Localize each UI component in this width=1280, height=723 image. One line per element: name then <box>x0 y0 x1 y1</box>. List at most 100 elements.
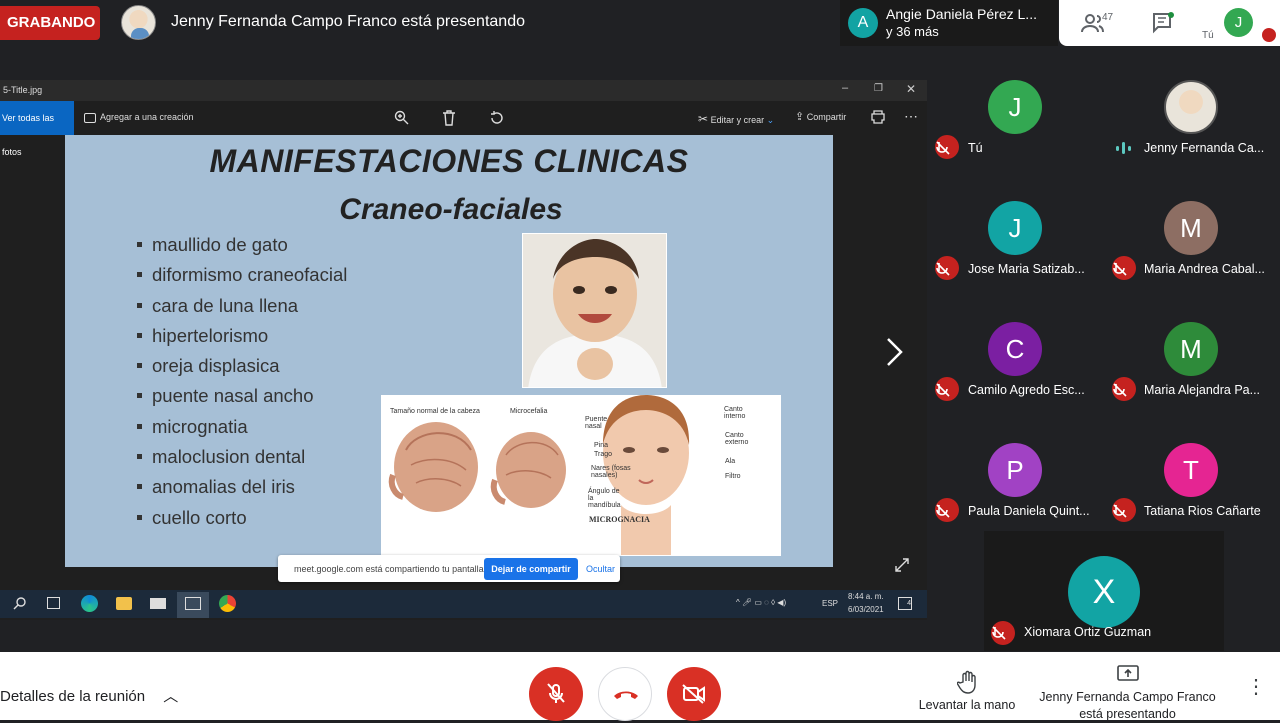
rotate-button[interactable] <box>489 110 505 131</box>
delete-button[interactable] <box>442 110 456 131</box>
participant-avatar-photo <box>1164 80 1218 134</box>
participant-tile[interactable]: C Camilo Agredo Esc... <box>928 302 1104 422</box>
leave-call-button[interactable] <box>598 667 652 721</box>
hang-up-icon <box>614 691 638 699</box>
print-button[interactable] <box>870 110 886 129</box>
clock-time[interactable]: 8:44 a. m. <box>848 592 884 601</box>
close-icon[interactable]: ✕ <box>906 82 916 96</box>
add-to-creation-button[interactable]: Agregar a una creación <box>84 112 194 123</box>
participant-tile[interactable]: J Tú <box>928 60 1104 180</box>
participant-name: Camilo Agredo Esc... <box>968 383 1085 397</box>
presenting-status-line2: está presentando <box>1079 707 1176 721</box>
restore-icon[interactable]: ❐ <box>874 83 883 94</box>
raise-hand-button[interactable] <box>956 670 979 699</box>
photo-filename: 5-Title.jpg <box>3 85 43 95</box>
photos-icon <box>185 597 201 610</box>
share-button[interactable]: ⇪ Compartir <box>795 110 846 123</box>
taskbar-search[interactable] <box>13 596 27 615</box>
photos-app-active[interactable] <box>177 592 209 618</box>
clock-date: 6/03/2021 <box>848 605 884 614</box>
bullet-item: micrognatia <box>135 416 347 446</box>
participant-avatar: P <box>988 443 1042 497</box>
bullet-item: maloclusion dental <box>135 446 347 476</box>
camera-toggle-button[interactable] <box>667 667 721 721</box>
participant-avatar: C <box>988 322 1042 376</box>
bullet-item: maullido de gato <box>135 234 347 264</box>
mic-muted-icon <box>935 498 959 522</box>
participant-avatar: J <box>988 80 1042 134</box>
participant-tile[interactable]: X Xiomara Ortiz Guzman <box>984 531 1224 651</box>
participant-name: Maria Andrea Cabal... <box>1144 262 1265 276</box>
self-mic-muted-icon <box>1262 28 1276 42</box>
mic-muted-icon <box>935 256 959 280</box>
participant-name: Maria Alejandra Pa... <box>1144 383 1261 397</box>
bullet-item: cara de luna llena <box>135 295 347 325</box>
trash-icon <box>443 110 455 126</box>
participant-tile[interactable]: M Maria Alejandra Pa... <box>1104 302 1280 422</box>
edit-create-button[interactable]: ✂ Editar y crear ⌄ <box>698 112 774 126</box>
people-count: 47 <box>1102 12 1114 23</box>
notifications-icon[interactable]: 4 <box>898 597 912 610</box>
self-label: Tú <box>1202 30 1214 41</box>
meeting-details-button[interactable]: Detalles de la reunión ︿ <box>0 685 178 706</box>
chrome-icon[interactable] <box>219 595 236 612</box>
share-icon: ⇪ <box>795 111 805 123</box>
participant-tile[interactable]: P Paula Daniela Quint... <box>928 423 1104 543</box>
meeting-details-label: Detalles de la reunión <box>0 688 146 705</box>
self-avatar[interactable]: J <box>1224 8 1253 37</box>
present-now-button[interactable] <box>1117 665 1139 688</box>
microphone-toggle-button[interactable] <box>529 667 583 721</box>
stop-sharing-button[interactable]: Dejar de compartir <box>484 558 578 580</box>
participant-tile[interactable]: J Jose Maria Satizab... <box>928 181 1104 301</box>
baby-photo <box>522 233 667 388</box>
presenting-banner: Jenny Fernanda Campo Franco está present… <box>171 13 525 30</box>
file-explorer-icon[interactable] <box>116 597 132 610</box>
minimize-icon[interactable]: – <box>842 82 848 94</box>
presenting-status-line1: Jenny Fernanda Campo Franco <box>1039 690 1216 704</box>
label-normal-head: Tamaño normal de la cabeza <box>390 408 480 415</box>
slide-subtitle: Craneo-faciales <box>339 193 563 226</box>
edit-create-label: Editar y crear <box>710 115 765 125</box>
chevron-right-icon <box>887 338 903 366</box>
label-nostrils: Nares (fosas nasales) <box>591 465 631 479</box>
more-options-icon[interactable]: ⋯ <box>904 108 918 125</box>
mail-icon[interactable] <box>150 598 166 609</box>
participant-name: Xiomara Ortiz Guzman <box>1024 625 1152 639</box>
more-options-button[interactable]: ⋮ <box>1246 677 1266 697</box>
mic-muted-icon <box>935 377 959 401</box>
mic-muted-icon <box>991 621 1015 645</box>
all-photos-button[interactable]: Ver todas las fotos <box>0 101 74 157</box>
zoom-button[interactable] <box>394 110 410 131</box>
participant-tile[interactable]: Jenny Fernanda Ca... <box>1104 60 1280 180</box>
hide-notice-link[interactable]: Ocultar <box>586 564 615 574</box>
hand-icon <box>956 670 976 694</box>
participant-avatar: M <box>1164 322 1218 376</box>
mic-muted-icon <box>935 135 959 159</box>
label-inner-canthus: Canto interno <box>724 406 746 420</box>
participant-tile[interactable]: T Tatiana Rios Cañarte <box>1104 423 1280 543</box>
task-view-icon[interactable] <box>47 597 60 609</box>
search-icon <box>13 597 26 610</box>
photo-viewer-titlebar: 5-Title.jpg – ❐ ✕ <box>0 80 927 101</box>
edge-icon[interactable] <box>81 595 98 612</box>
share-label: Compartir <box>806 112 847 122</box>
language-indicator[interactable]: ESP <box>822 599 838 608</box>
chat-icon <box>1153 12 1174 34</box>
slide-title: MANIFESTACIONES CLINICAS <box>209 143 689 179</box>
rotate-icon <box>491 111 503 124</box>
print-icon <box>871 110 885 124</box>
label-jaw-angle: Ángulo de la mandíbula <box>588 488 621 509</box>
tray-icons[interactable]: ^ 🎤︎ ▭ ◌ ◊ ◀) <box>736 598 786 607</box>
windows-taskbar <box>0 590 927 618</box>
chevron-up-icon: ︿ <box>163 688 179 705</box>
participant-avatar: X <box>1068 556 1140 628</box>
raise-hand-label[interactable]: Levantar la mano <box>910 698 1024 712</box>
edit-icon: ✂ <box>698 112 709 126</box>
participant-avatar: T <box>1164 443 1218 497</box>
camera-off-icon <box>682 684 705 704</box>
notifications-count: 4 <box>907 600 911 607</box>
chat-button[interactable] <box>1152 12 1174 39</box>
next-photo-button[interactable] <box>884 336 906 373</box>
participant-tile[interactable]: M Maria Andrea Cabal... <box>1104 181 1280 301</box>
fullscreen-button[interactable] <box>894 557 910 578</box>
